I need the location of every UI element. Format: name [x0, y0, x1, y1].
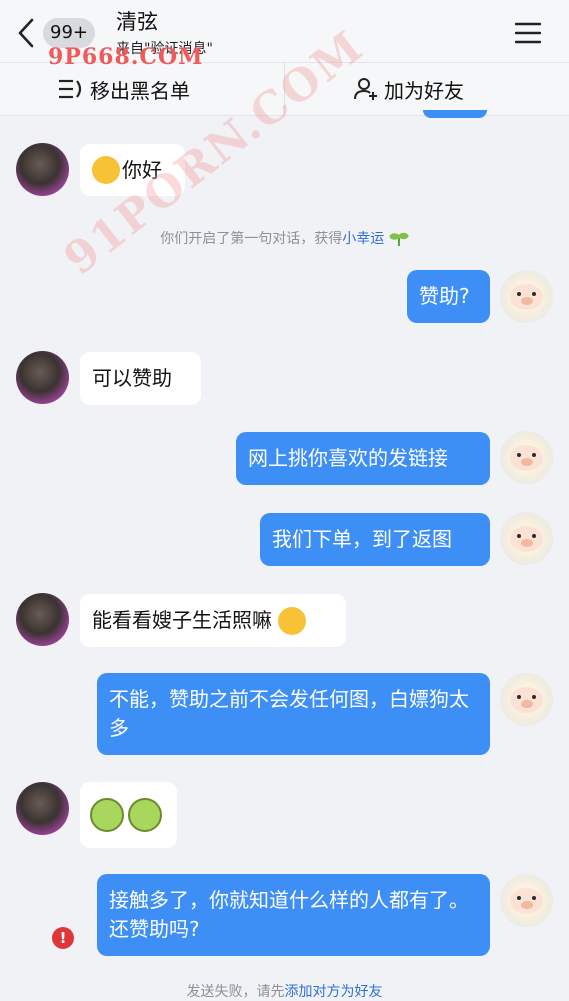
message-bubble[interactable]: 赞助? — [407, 270, 490, 323]
message-bubble[interactable]: 接触多了，你就知道什么样的人都有了。还赞助吗? — [97, 874, 490, 956]
message-bubble[interactable]: 不能，赞助之前不会发任何图，白嫖狗太多 — [97, 673, 490, 755]
contact-avatar[interactable] — [16, 593, 69, 646]
add-friend-label: 加为好友 — [384, 78, 464, 103]
add-friend-link[interactable]: 添加对方为好友 — [285, 984, 383, 1000]
remove-blacklist-label: 移出黑名单 — [90, 78, 190, 103]
message-text: 赞助? — [419, 284, 470, 308]
system-notice-text: 发送失败，请先 — [186, 984, 285, 1000]
self-avatar[interactable] — [500, 431, 553, 484]
message-text: 可以赞助 — [92, 366, 172, 390]
pig-face — [510, 284, 543, 310]
pig-face — [510, 687, 543, 713]
system-notice-send-failed: 发送失败，请先添加对方为好友 — [0, 981, 569, 1001]
contact-avatar[interactable] — [16, 782, 69, 835]
message-text: 我们下单，到了返图 — [272, 527, 452, 551]
pig-face — [510, 888, 543, 914]
system-notice-text: 你们开启了第一句对话，获得 — [160, 231, 343, 247]
message-bubble[interactable]: 网上挑你喜欢的发链接 — [236, 432, 490, 485]
green-frown-emoji-icon — [90, 798, 124, 832]
pig-face — [510, 526, 543, 552]
grin-emoji-icon — [278, 606, 306, 635]
self-avatar[interactable] — [500, 874, 553, 927]
contact-avatar[interactable] — [16, 351, 69, 404]
watermark-top: 9P668.COM — [48, 44, 204, 70]
menu-icon[interactable] — [515, 22, 541, 44]
contact-avatar[interactable] — [16, 143, 69, 196]
previous-message-bubble — [423, 110, 487, 118]
message-bubble[interactable]: 能看看嫂子生活照嘛 — [80, 594, 346, 647]
add-user-icon — [354, 78, 377, 100]
message-bubble[interactable]: 我们下单，到了返图 — [260, 513, 490, 566]
message-bubble[interactable]: 可以赞助 — [80, 352, 201, 405]
pig-face — [510, 445, 543, 471]
message-text: 网上挑你喜欢的发链接 — [248, 446, 448, 470]
self-avatar[interactable] — [500, 270, 553, 323]
contact-name: 清弦 — [116, 10, 158, 34]
message-text: 接触多了，你就知道什么样的人都有了。还赞助吗? — [109, 888, 469, 941]
lucky-link[interactable]: 小幸运 — [342, 231, 384, 247]
message-text: 不能，赞助之前不会发任何图，白嫖狗太多 — [109, 687, 469, 740]
list-remove-icon — [59, 79, 82, 99]
remove-blacklist-button[interactable]: 移出黑名单 — [58, 63, 190, 115]
self-avatar[interactable] — [500, 512, 553, 565]
message-bubble[interactable] — [80, 782, 177, 848]
green-frown-emoji-icon — [128, 798, 162, 832]
sprout-icon — [389, 232, 409, 246]
send-failed-icon[interactable]: ! — [52, 927, 74, 949]
back-arrow-icon[interactable] — [14, 16, 40, 50]
blush-emoji-icon — [92, 156, 120, 184]
message-text: 能看看嫂子生活照嘛 — [92, 608, 272, 632]
add-friend-button[interactable]: 加为好友 — [354, 63, 464, 115]
self-avatar[interactable] — [500, 673, 553, 726]
